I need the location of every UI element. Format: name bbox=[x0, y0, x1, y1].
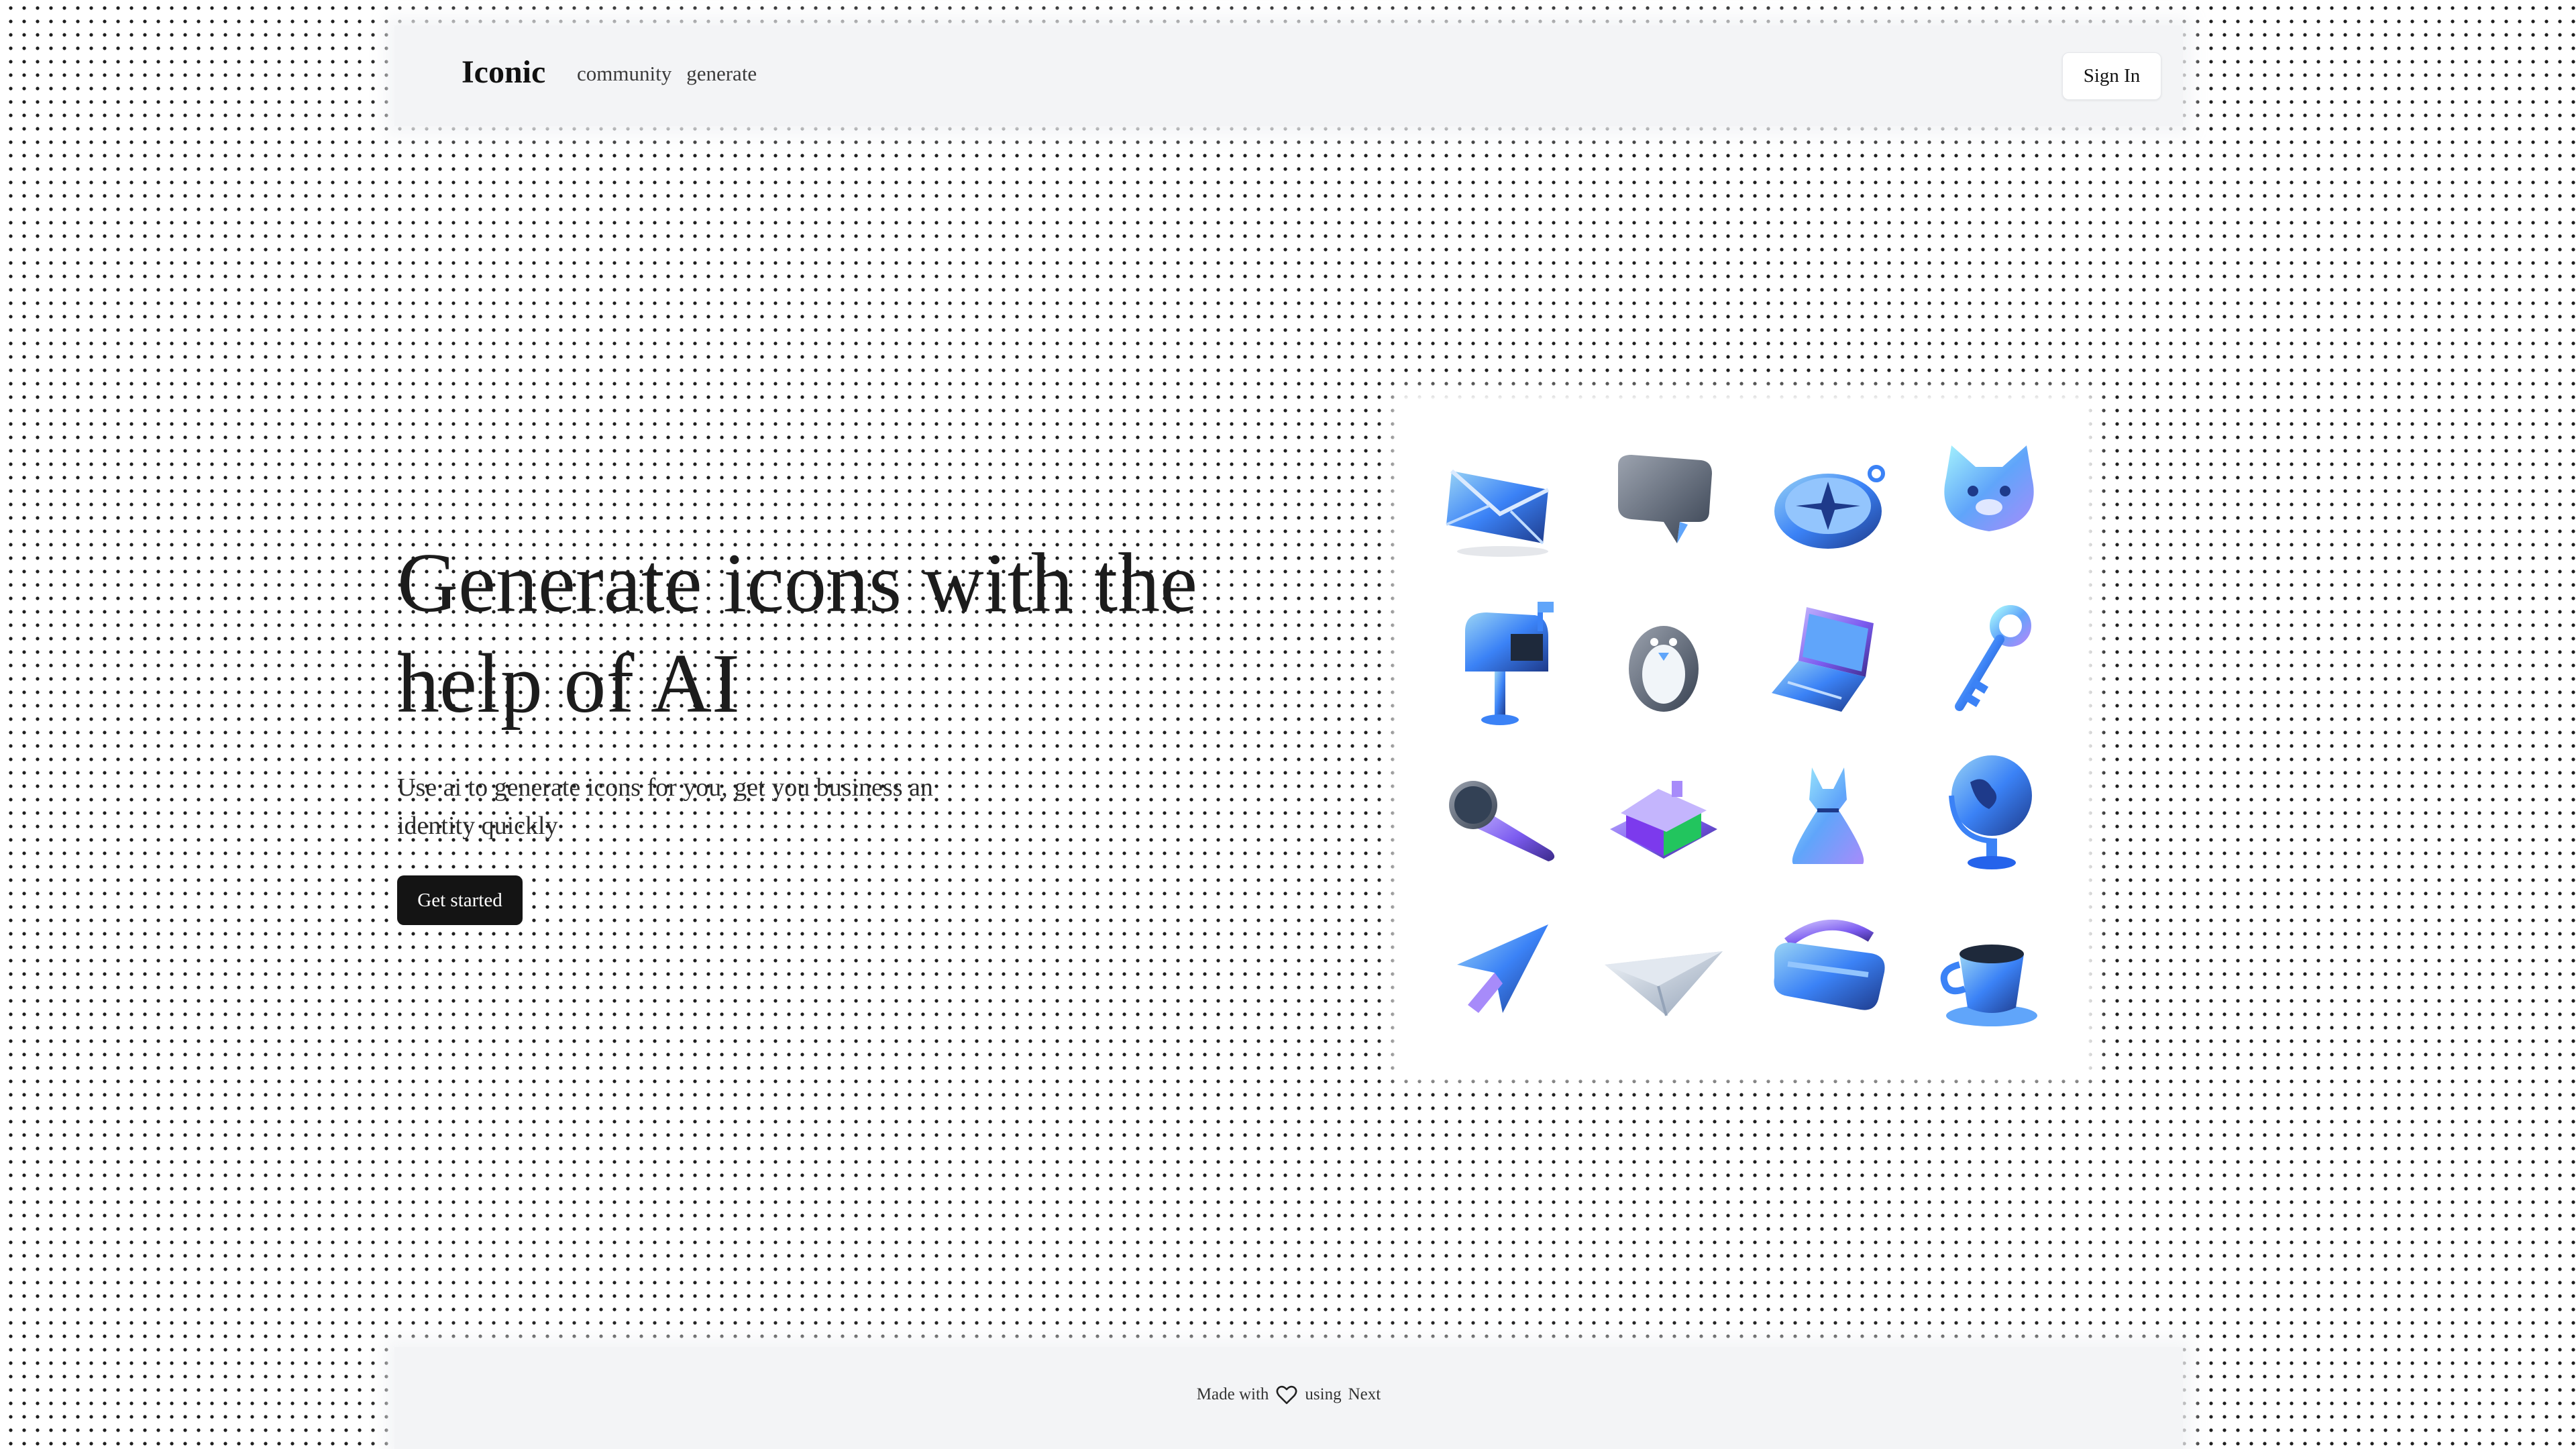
hero-title-line-2: help of AI bbox=[397, 637, 740, 731]
dress-icon[interactable] bbox=[1751, 741, 1905, 896]
speech-bubble-icon[interactable] bbox=[1587, 426, 1741, 580]
vr-headset-icon[interactable] bbox=[1751, 892, 1905, 1046]
icon-gallery bbox=[1402, 399, 2086, 1070]
site-header: Iconic community generate Sign In bbox=[394, 25, 2183, 126]
laptop-icon[interactable] bbox=[1751, 584, 1905, 738]
nav-community-link[interactable]: community bbox=[577, 62, 672, 86]
site-footer: Made with using Next bbox=[394, 1347, 2183, 1449]
compass-icon[interactable] bbox=[1751, 426, 1905, 580]
hero-title-line-1: Generate icons with the bbox=[397, 537, 1198, 630]
main-nav: community generate bbox=[577, 62, 757, 86]
paper-plane-icon[interactable] bbox=[1587, 896, 1741, 1050]
key-icon[interactable] bbox=[1912, 584, 2066, 738]
footer-using: using bbox=[1305, 1385, 1342, 1403]
footer-tech-link[interactable]: Next bbox=[1348, 1385, 1381, 1404]
footer-made-with: Made with bbox=[1196, 1385, 1269, 1403]
penguin-icon[interactable] bbox=[1587, 584, 1741, 738]
cursor-icon[interactable] bbox=[1426, 896, 1580, 1050]
hero-title: Generate icons with the help of AI bbox=[397, 533, 1269, 735]
sign-in-button[interactable]: Sign In bbox=[2062, 52, 2161, 100]
mailbox-icon[interactable] bbox=[1426, 584, 1580, 738]
footer-credit: Made with using Next bbox=[394, 1383, 2183, 1406]
get-started-button[interactable]: Get started bbox=[397, 875, 523, 925]
heart-icon bbox=[1275, 1383, 1298, 1406]
microphone-icon[interactable] bbox=[1426, 741, 1580, 896]
globe-icon[interactable] bbox=[1912, 735, 2066, 889]
cat-icon[interactable] bbox=[1912, 419, 2066, 574]
house-icon[interactable] bbox=[1587, 741, 1741, 896]
hero-subtitle: Use ai to generate icons for you, get yo… bbox=[397, 773, 933, 840]
teacup-icon[interactable] bbox=[1912, 896, 2066, 1050]
nav-generate-link[interactable]: generate bbox=[686, 62, 757, 86]
logo[interactable]: Iconic bbox=[462, 54, 545, 91]
envelope-icon[interactable] bbox=[1426, 426, 1580, 580]
